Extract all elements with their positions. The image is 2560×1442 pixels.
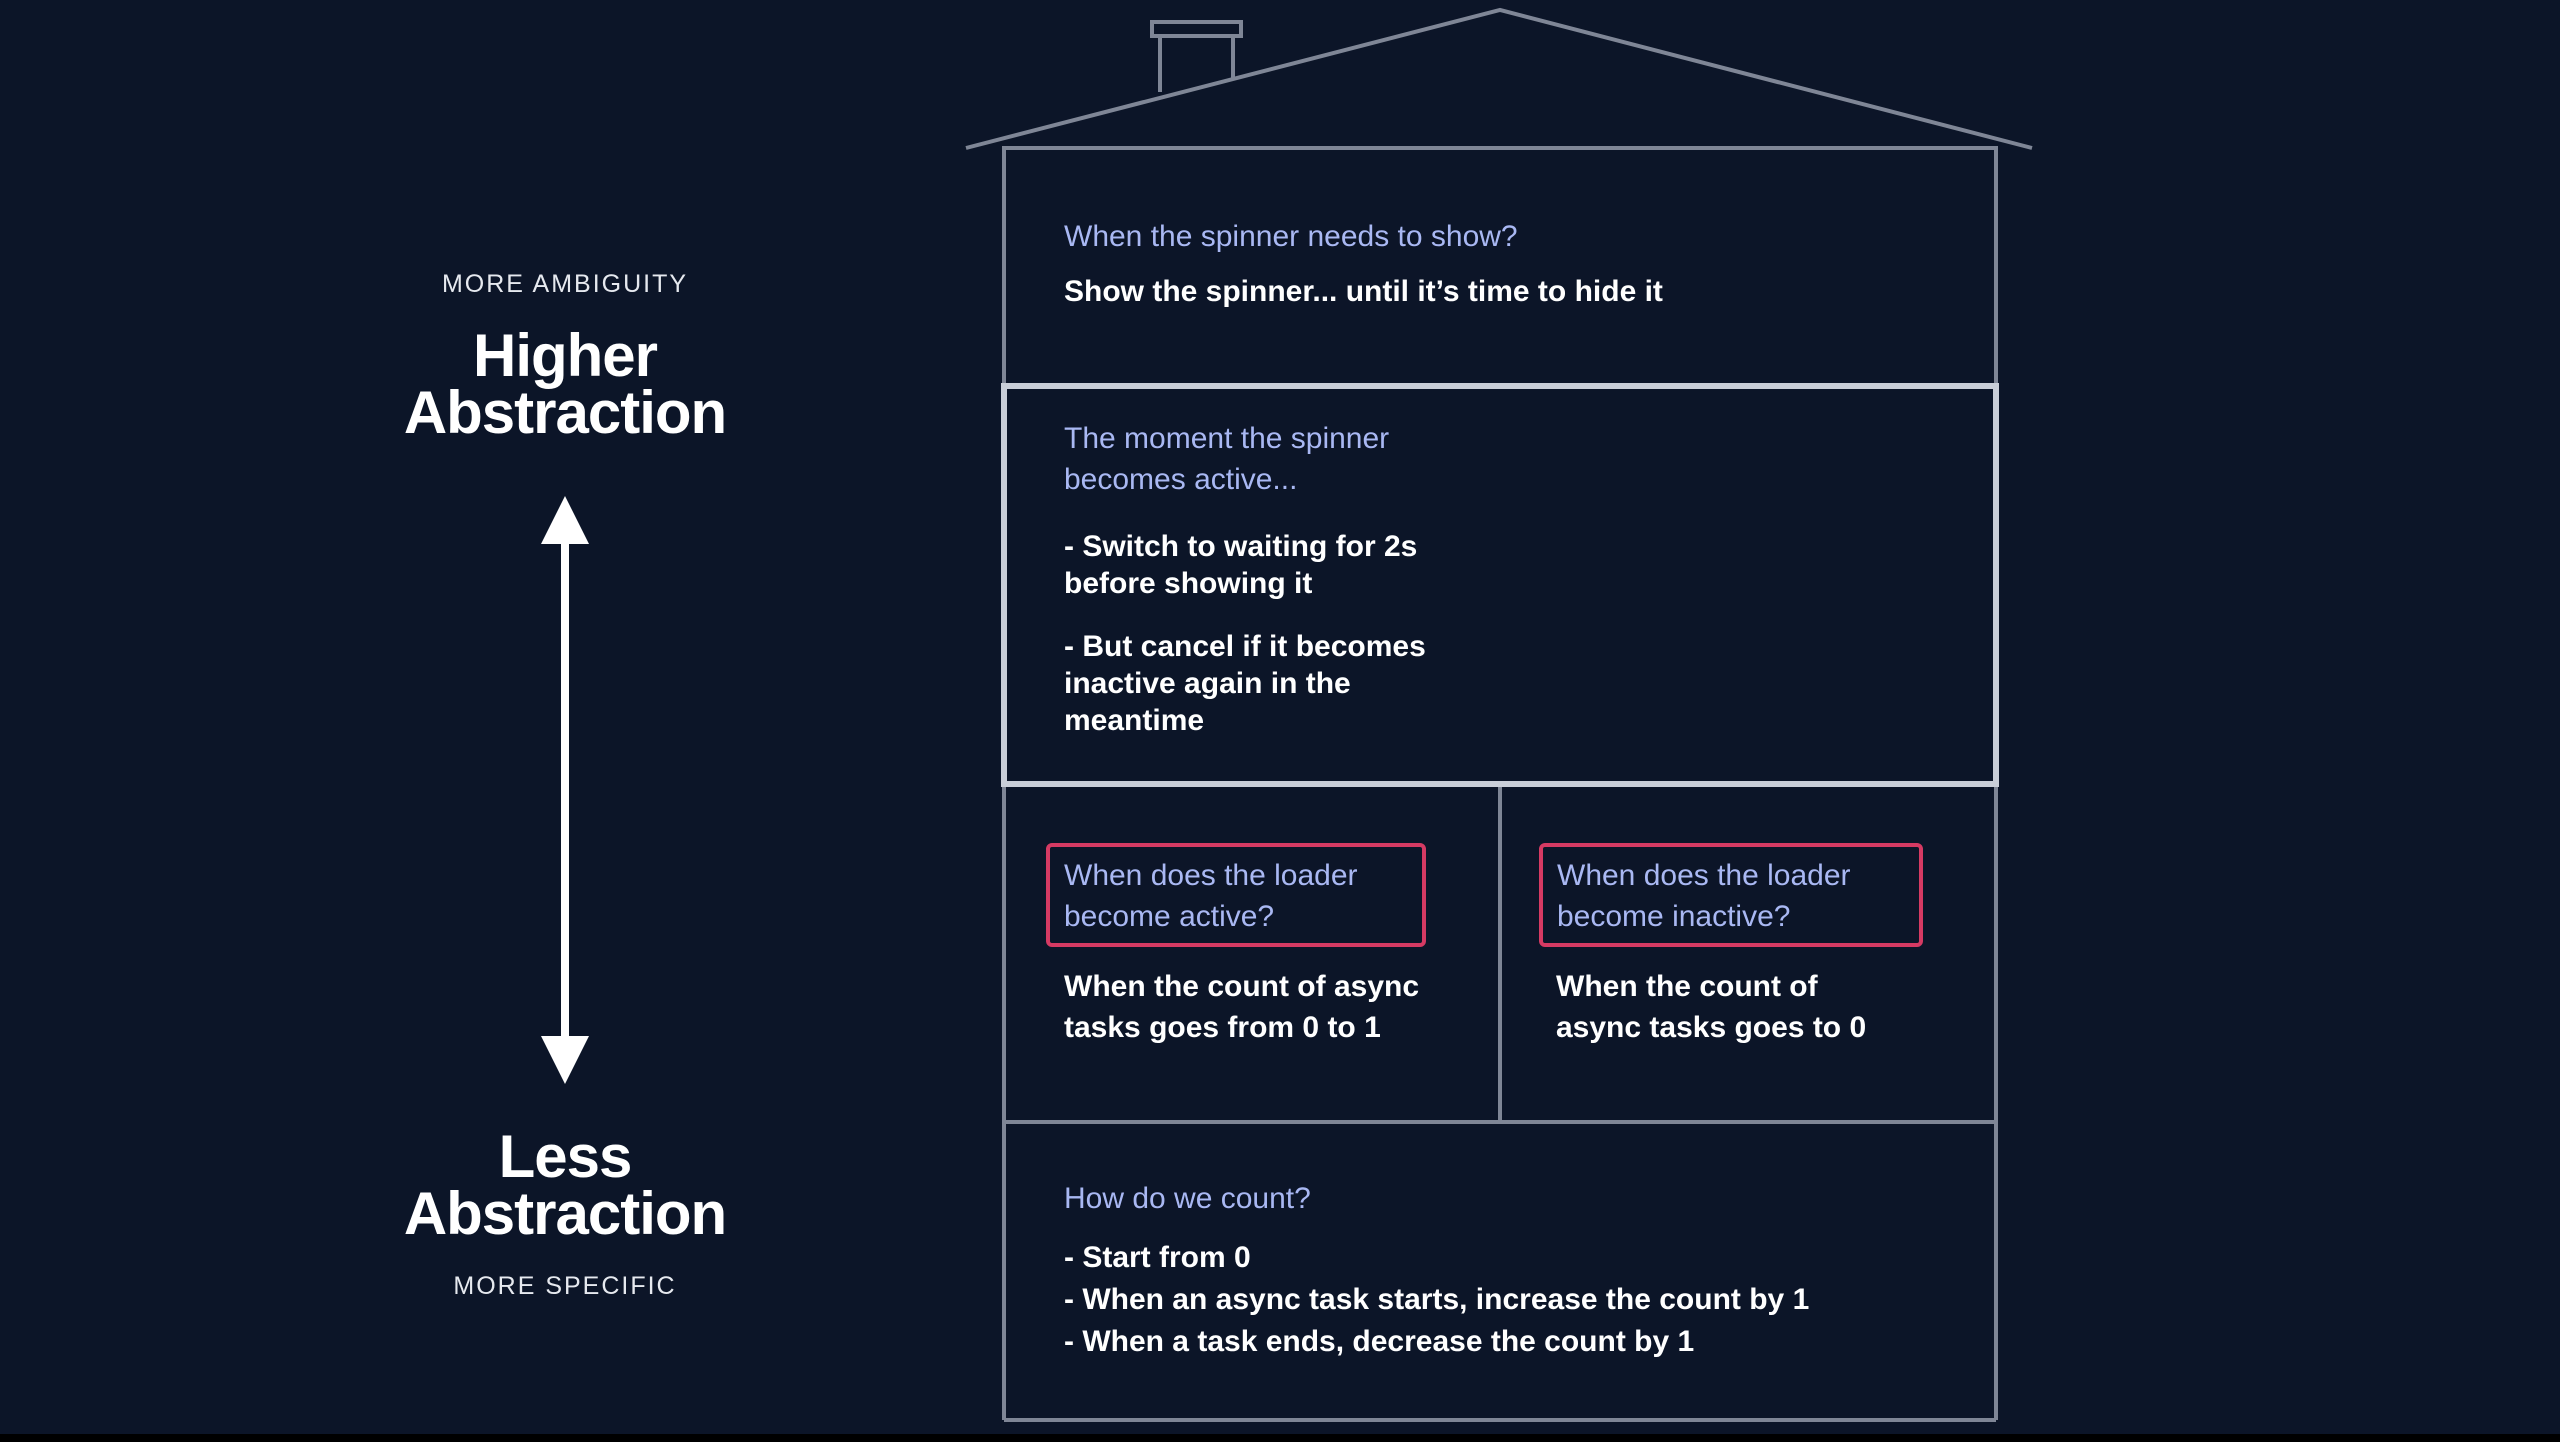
room-bottom-question: How do we count?	[1064, 1182, 1311, 1215]
room-middle: The moment the spinner becomes active...…	[1064, 418, 1524, 739]
room-bottom: How do we count? - Start from 0 - When a…	[1064, 1178, 1964, 1363]
room-top-answer: Show the spinner... until it’s time to h…	[1064, 275, 1663, 308]
room-right-answer: When the count of async tasks goes to 0	[1556, 970, 1867, 1044]
room-right-question-callout: When does the loader become inactive?	[1539, 843, 1923, 947]
room-middle-point-2: - But cancel if it becomes inactive agai…	[1064, 630, 1426, 737]
list-item: - When a task ends, decrease the count b…	[1064, 1325, 1695, 1358]
roof	[965, 7, 2033, 150]
more-specific-caption: MORE SPECIFIC	[453, 1272, 677, 1300]
room-top: When the spinner needs to show? Show the…	[1064, 216, 1964, 310]
chimney-cap	[1150, 20, 1243, 38]
counting-rules-list: - Start from 0 - When an async task star…	[1064, 1237, 1964, 1363]
room-left-question-callout: When does the loader become active?	[1046, 843, 1426, 947]
room-left-answer: When the count of async tasks goes from …	[1064, 970, 1420, 1044]
room-left-question: When does the loader become active?	[1064, 859, 1358, 933]
room-right-question: When does the loader become inactive?	[1557, 859, 1851, 933]
room-middle-question: The moment the spinner becomes active...	[1064, 422, 1390, 496]
room-top-question: When the spinner needs to show?	[1064, 220, 1518, 253]
less-abstraction-title: Less Abstraction	[403, 1123, 727, 1247]
higher-abstraction-title: Higher Abstraction	[403, 322, 727, 446]
bottom-edge-bar	[0, 1434, 2560, 1442]
list-item: - Start from 0	[1064, 1241, 1251, 1274]
room-middle-point-1: - Switch to waiting for 2s before showin…	[1064, 530, 1418, 600]
more-ambiguity-caption: MORE AMBIGUITY	[441, 270, 689, 298]
double-arrow-icon	[541, 496, 589, 1084]
list-item: - When an async task starts, increase th…	[1064, 1283, 1810, 1316]
